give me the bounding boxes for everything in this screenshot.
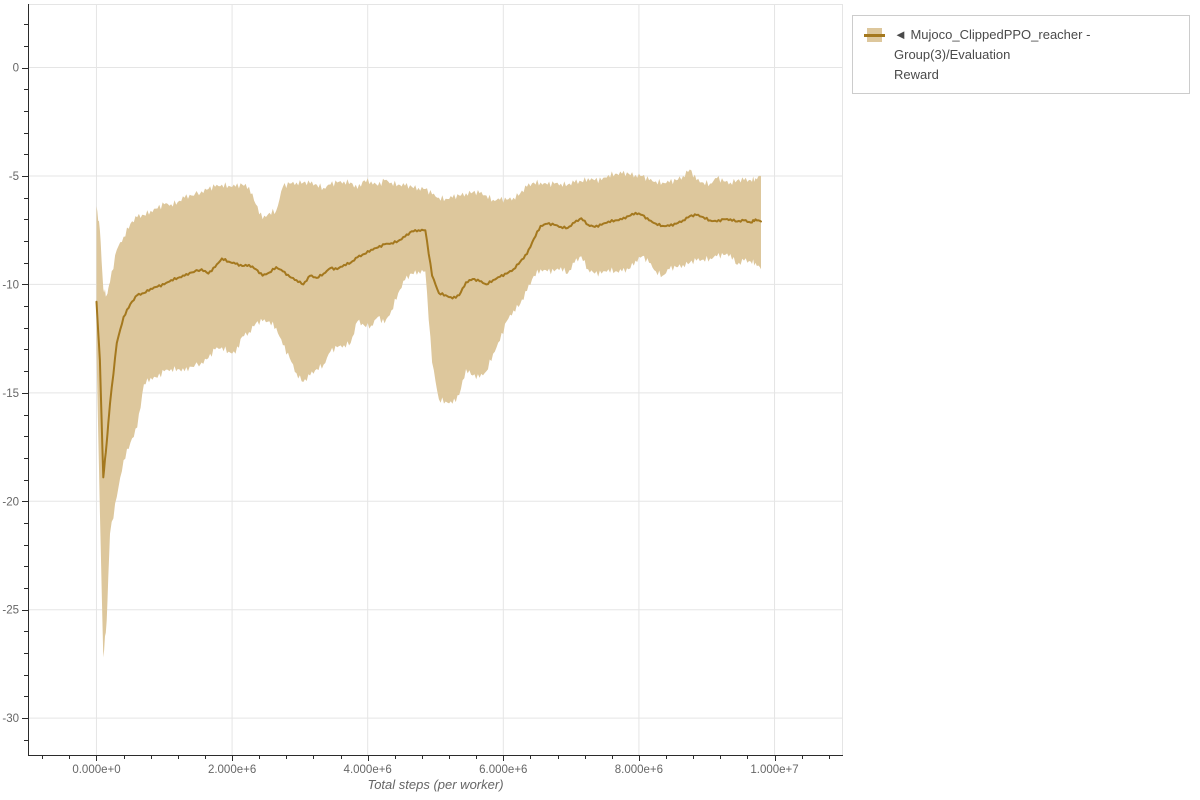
figure: 0.000e+0 2.000e+6 4.000e+6 6.000e+6 8.000e+6… <box>0 0 1200 800</box>
legend-line-swatch <box>864 33 885 37</box>
x-tick-label: 2.000e+6 <box>208 764 256 776</box>
y-tick-label: -25 <box>2 605 19 617</box>
x-tick-label: 8.000e+6 <box>615 764 663 776</box>
x-tick-label: 1.000e+7 <box>750 764 798 776</box>
x-tick-label: 6.000e+6 <box>479 764 527 776</box>
y-tick-label: -5 <box>9 171 19 183</box>
y-tick-label: -20 <box>2 496 19 508</box>
legend-entry[interactable]: ◄ Mujoco_ClippedPPO_reacher - Group(3)/E… <box>852 15 1190 94</box>
legend-label: ◄ Mujoco_ClippedPPO_reacher - Group(3)/E… <box>894 25 1179 85</box>
legend-swatch-icon <box>864 28 885 42</box>
legend-label-line2: Reward <box>894 67 939 82</box>
confidence-band <box>96 169 761 658</box>
chart-canvas: 0.000e+0 2.000e+6 4.000e+6 6.000e+6 8.000e+6… <box>2 4 843 776</box>
x-tick-label: 4.000e+6 <box>344 764 392 776</box>
y-tick-label: -10 <box>2 279 19 291</box>
y-tick-label: -15 <box>2 388 19 400</box>
x-axis-title: Total steps (per worker) <box>367 777 504 792</box>
legend-label-line1: ◄ Mujoco_ClippedPPO_reacher - Group(3)/E… <box>894 27 1091 62</box>
x-tick-label: 0.000e+0 <box>72 764 120 776</box>
y-tick-label: 0 <box>13 63 19 75</box>
y-tick-label: -30 <box>2 713 19 725</box>
